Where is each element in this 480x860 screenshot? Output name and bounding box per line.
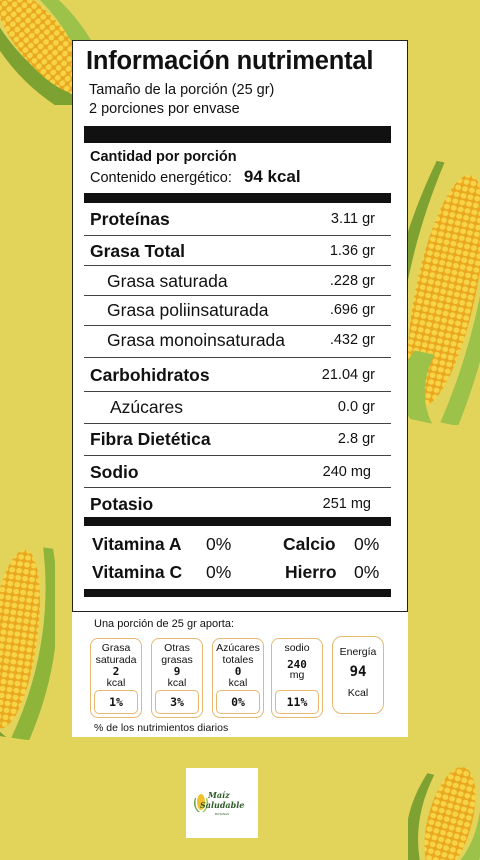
vitamin-c-value: 0% [206, 562, 232, 582]
gda-panel: Una porción de 25 gr aporta: Grasa satura… [72, 612, 408, 737]
servings-per-container: 2 porciones por envase [89, 101, 240, 117]
nutrient-value: 2.8 gr [337, 431, 375, 447]
nutrient-value: .432 gr [329, 332, 375, 348]
label-title: Información nutrimental [86, 47, 374, 75]
gda-card-saturated-fat: Grasa saturada 2 kcal 1% [90, 638, 142, 718]
serving-size: Tamaño de la porción (25 gr) [89, 82, 275, 98]
nutrient-value: 0.0 gr [337, 399, 375, 415]
gda-unit: kcal [106, 676, 126, 689]
nutrient-name: Sodio [90, 462, 139, 482]
energy-value: 94 kcal [243, 167, 301, 186]
nutrient-name: Carbohidratos [90, 365, 210, 385]
logo-text-line3: BOTANAS [215, 812, 229, 816]
nutrient-name: Azúcares [110, 397, 183, 417]
nutrient-row: Grasa poliinsaturada .696 gr [73, 296, 407, 324]
nutrient-row: Grasa monoinsaturada .432 gr [73, 326, 407, 354]
nutrient-name: Potasio [90, 494, 154, 514]
nutrient-name: Grasa Total [90, 241, 185, 261]
nutrient-row: Grasa saturada .228 gr [73, 267, 407, 295]
vitamin-a-value: 0% [206, 534, 232, 554]
gda-label: Otras [164, 642, 190, 654]
nutrient-value: 240 mg [322, 464, 371, 480]
nutrient-row: Proteínas 3.11 gr [73, 205, 407, 233]
corn-logo-icon: Maíz Saludable BOTANAS [194, 790, 244, 816]
gda-footnote: % de los nutrimientos diarios [94, 722, 229, 734]
vitamin-a-label: Vitamina A [92, 534, 182, 554]
nutrient-name: Grasa poliinsaturada [107, 300, 269, 320]
divider [84, 391, 391, 392]
nutrient-name: Fibra Dietética [90, 429, 211, 449]
nutrient-name: Proteínas [90, 209, 170, 229]
gda-unit: kcal [228, 676, 248, 689]
gda-label: Grasa [101, 642, 131, 654]
vitamin-c-label: Vitamina C [92, 562, 183, 582]
gda-amount: 0 [234, 665, 242, 678]
nutrient-value: 251 mg [322, 496, 371, 512]
gda-unit: kcal [167, 676, 187, 689]
nutrient-value: 21.04 gr [321, 367, 375, 383]
nutrient-value: 1.36 gr [329, 243, 375, 259]
divider-thick [84, 517, 391, 526]
gda-label: Azúcares [216, 642, 260, 654]
iron-label: Hierro [285, 562, 337, 582]
corn-illustration-right [398, 160, 480, 425]
gda-amount: 9 [173, 665, 181, 678]
calcium-value: 0% [354, 534, 380, 554]
energy-content: Contenido energético: 94 kcal [90, 167, 301, 187]
nutrient-row: Fibra Dietética 2.8 gr [73, 425, 407, 453]
gda-label: totales [222, 653, 254, 666]
nutrient-row: Potasio 251 mg [73, 490, 407, 518]
nutrition-facts-label: Información nutrimental Tamaño de la por… [72, 40, 408, 612]
nutrient-row: Azúcares 0.0 gr [73, 393, 407, 421]
gda-percent: 1% [94, 690, 138, 714]
corn-illustration-left [0, 547, 55, 740]
gda-card-sugars: Azúcares totales 0 kcal 0% [212, 638, 264, 718]
divider-thick [84, 126, 391, 143]
corn-illustration-bottom-right [408, 767, 480, 860]
nutrient-row: Sodio 240 mg [73, 458, 407, 486]
gda-label: grasas [161, 653, 193, 666]
logo-text-line1: Maíz [207, 790, 230, 800]
divider [84, 455, 391, 456]
calcium-label: Calcio [283, 534, 336, 554]
gda-percent: 11% [275, 690, 319, 714]
energy-label: Contenido energético: [90, 170, 232, 186]
gda-unit: mg [289, 669, 305, 681]
gda-card-energy: Energía 94 Kcal [332, 636, 384, 714]
gda-percent: 0% [216, 690, 260, 714]
nutrient-value: .696 gr [329, 302, 375, 318]
gda-energy-label: Energía [339, 646, 377, 658]
gda-title: Una porción de 25 gr aporta: [94, 618, 235, 630]
gda-energy-unit: Kcal [347, 687, 369, 699]
gda-card-other-fats: Otras grasas 9 kcal 3% [151, 638, 203, 718]
nutrient-row: Carbohidratos 21.04 gr [73, 361, 407, 389]
iron-value: 0% [354, 562, 380, 582]
gda-label: sodio [284, 642, 310, 654]
divider-thick [84, 193, 391, 203]
divider [84, 357, 391, 358]
divider [84, 265, 391, 266]
gda-energy-amount: 94 [349, 663, 367, 680]
gda-amount: 2 [112, 665, 120, 678]
nutrient-row: Grasa Total 1.36 gr [73, 237, 407, 265]
brand-logo: Maíz Saludable BOTANAS [186, 768, 258, 838]
amount-per-serving: Cantidad por porción [90, 149, 237, 165]
nutrient-value: .228 gr [329, 273, 375, 289]
divider-thick [84, 589, 391, 597]
gda-label: saturada [95, 653, 137, 666]
divider [84, 423, 391, 424]
nutrient-value: 3.11 gr [330, 211, 375, 227]
nutrient-name: Grasa monoinsaturada [107, 330, 286, 350]
divider [84, 487, 391, 488]
divider [84, 235, 391, 236]
gda-card-sodium: sodio 240 mg 11% [271, 638, 323, 718]
nutrient-name: Grasa saturada [107, 271, 228, 291]
gda-percent: 3% [155, 690, 199, 714]
logo-text-line2: Saludable [200, 800, 244, 810]
